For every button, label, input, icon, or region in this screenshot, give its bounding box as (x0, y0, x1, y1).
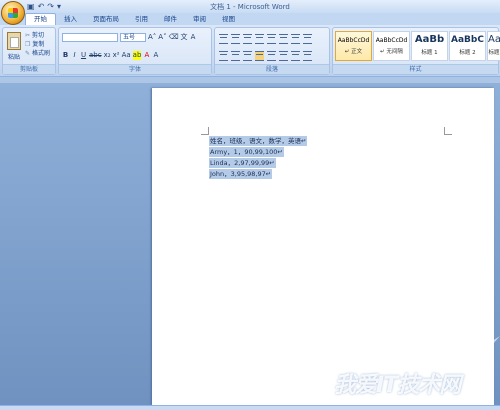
superscript-button[interactable]: x² (113, 51, 120, 60)
status-bar (0, 405, 500, 410)
style-heading-1[interactable]: AaBb 标题 1 (411, 31, 448, 61)
align-center-button[interactable] (231, 51, 240, 61)
text-direction-button[interactable] (279, 34, 288, 44)
brush-icon: ✎ (25, 50, 31, 57)
styles-group-label: 样式 (333, 64, 498, 74)
font-group-label: 字体 (59, 64, 211, 74)
change-case-button[interactable]: Aa (122, 51, 131, 60)
align-right-button[interactable] (243, 51, 252, 61)
crop-mark-top-left (201, 127, 209, 135)
subscript-button[interactable]: x₂ (104, 51, 111, 60)
tab-page-layout[interactable]: 页面布局 (85, 13, 127, 25)
styles-group: AaBbCcDd ↵ 正文 AaBbCcDd ↵ 无间隔 AaBb 标题 1 A… (332, 27, 500, 75)
style-heading-2[interactable]: AaBbC 标题 2 (449, 31, 486, 61)
document-line[interactable]: Army，1，90,99,100↵ (209, 147, 284, 157)
watermark-text: 我爱IT技术网 (334, 373, 461, 398)
strikethrough-button[interactable]: abc (89, 51, 102, 60)
paste-icon (7, 32, 21, 50)
borders-button[interactable] (303, 51, 312, 61)
grow-font-button[interactable]: A˄ (148, 33, 156, 42)
tab-references[interactable]: 引用 (127, 13, 156, 25)
multilevel-list-button[interactable] (243, 34, 252, 44)
numbering-button[interactable] (231, 34, 240, 44)
paste-label: 粘贴 (7, 54, 20, 61)
tab-view[interactable]: 视图 (214, 13, 243, 25)
font-size-combo[interactable]: 五号 (120, 33, 146, 42)
increase-indent-button[interactable] (267, 34, 276, 44)
shading-button[interactable] (291, 51, 300, 61)
show-marks-button[interactable] (303, 34, 312, 44)
format-painter-button[interactable]: ✎ 格式刷 (25, 49, 50, 58)
char-border-button[interactable]: A (190, 33, 197, 42)
paragraph-group-label: 段落 (215, 64, 329, 74)
paste-button[interactable]: 粘贴 (7, 30, 21, 61)
decrease-indent-button[interactable] (255, 34, 264, 44)
justify-button[interactable] (255, 51, 264, 61)
italic-button[interactable]: I (71, 51, 78, 60)
char-shading-button[interactable]: A (152, 51, 159, 60)
bold-button[interactable]: B (62, 51, 69, 60)
copy-button[interactable]: ❐ 复制 (25, 40, 50, 49)
ribbon: 粘贴 ✂ 剪切 ❐ 复制 ✎ 格式刷 剪贴板 五号 A˄ A˅ ⌫ 文 A B I U… (0, 25, 500, 77)
document-line[interactable]: 姓名，班级，语文，数学，英语↵ (209, 136, 308, 146)
phonetic-guide-button[interactable]: 文 (181, 33, 188, 42)
line-spacing-button[interactable] (279, 51, 288, 61)
office-button[interactable] (1, 1, 25, 25)
font-name-combo[interactable] (62, 33, 118, 42)
tab-mailings[interactable]: 邮件 (156, 13, 185, 25)
document-line[interactable]: John，3,95,98,97↵ (209, 169, 273, 179)
document-line[interactable]: Linda，2,97,99,99↵ (209, 158, 276, 168)
copy-icon: ❐ (25, 41, 31, 48)
crop-mark-top-right (444, 127, 452, 135)
sort-button[interactable] (291, 34, 300, 44)
paragraph-group: 段落 (214, 27, 330, 75)
tab-review[interactable]: 审阅 (185, 13, 214, 25)
style-title[interactable]: AaBb 标题 (487, 31, 500, 61)
shrink-font-button[interactable]: A˅ (158, 33, 166, 42)
cut-button[interactable]: ✂ 剪切 (25, 31, 50, 40)
distributed-button[interactable] (267, 51, 276, 61)
ribbon-tabs: 开始 插入 页面布局 引用 邮件 审阅 视图 (0, 13, 500, 25)
font-group: 五号 A˄ A˅ ⌫ 文 A B I U abc x₂ x² Aa ab A A… (58, 27, 212, 75)
clipboard-group-label: 剪贴板 (3, 64, 55, 74)
window-title: 文档 1 - Microsoft Word (210, 3, 290, 11)
tab-home[interactable]: 开始 (25, 13, 56, 25)
clear-format-button[interactable]: ⌫ (169, 33, 179, 42)
title-bar: ▣ ↶ ↷ ▾ 文档 1 - Microsoft Word (0, 0, 500, 13)
tab-insert[interactable]: 插入 (56, 13, 85, 25)
align-left-button[interactable] (219, 51, 228, 61)
underline-button[interactable]: U (80, 51, 87, 60)
font-color-button[interactable]: A (143, 51, 150, 60)
style-no-spacing[interactable]: AaBbCcDd ↵ 无间隔 (373, 31, 410, 61)
clipboard-group: 粘贴 ✂ 剪切 ❐ 复制 ✎ 格式刷 剪贴板 (2, 27, 56, 75)
highlight-button[interactable]: ab (132, 51, 142, 60)
document-body[interactable]: 姓名，班级，语文，数学，英语↵ Army，1，90,99,100↵ Linda，… (209, 136, 308, 180)
bullets-button[interactable] (219, 34, 228, 44)
style-normal[interactable]: AaBbCcDd ↵ 正文 (335, 31, 372, 61)
scissors-icon: ✂ (25, 32, 31, 39)
